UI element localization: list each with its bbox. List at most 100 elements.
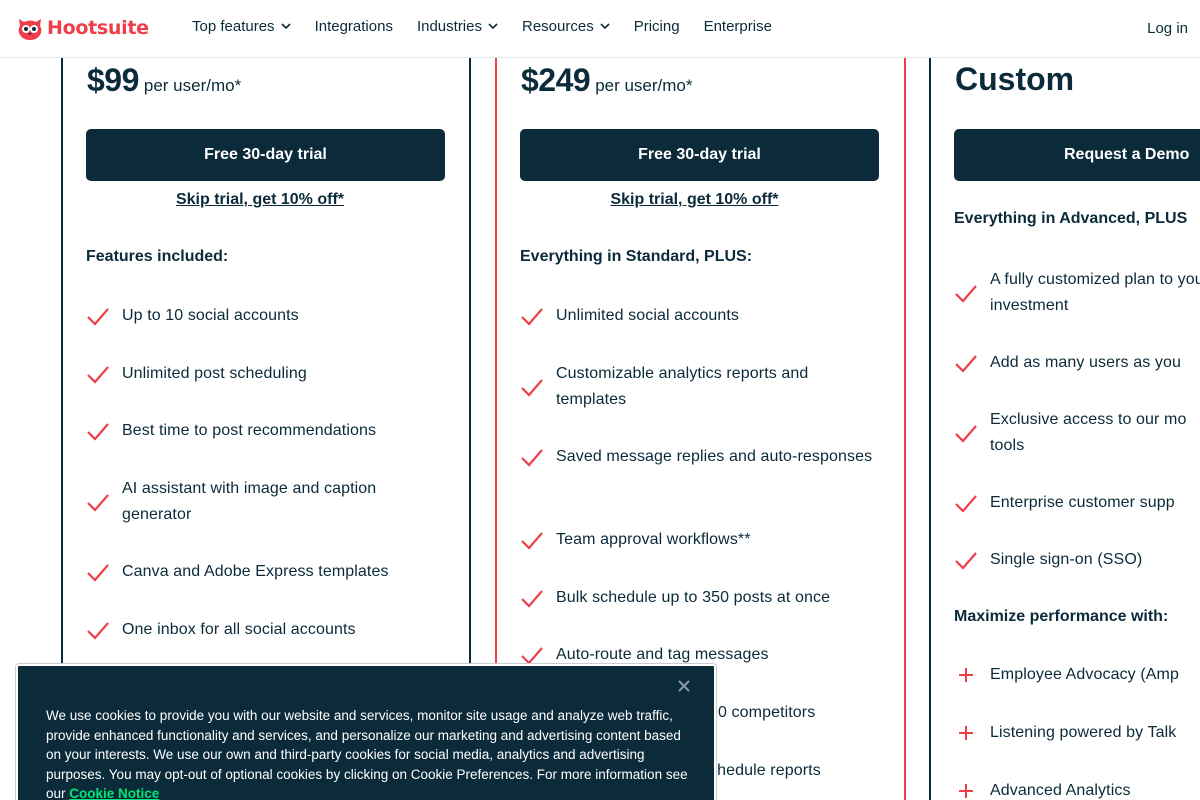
- nav-label: Resources: [522, 18, 594, 35]
- check-icon: [521, 449, 543, 467]
- chevron-down-icon: [488, 23, 498, 30]
- check-icon: [87, 423, 109, 441]
- feature-item: A fully customized plan to your investme…: [954, 267, 1200, 319]
- plan-price: $99 per user/mo*: [87, 62, 241, 99]
- brand-name: Hootsuite: [47, 17, 149, 39]
- feature-item: One inbox for all social accounts: [86, 617, 446, 643]
- feature-text: chedule reports: [709, 762, 821, 779]
- features-title: Everything in Standard, PLUS:: [520, 248, 753, 265]
- feature-item: Canva and Adobe Express templates: [86, 559, 446, 585]
- free-trial-button[interactable]: Free 30-day trial: [520, 129, 879, 181]
- check-icon: [955, 495, 977, 513]
- feature-item: Up to 10 social accounts: [86, 303, 446, 329]
- hootsuite-logo[interactable]: Hootsuite: [16, 13, 149, 43]
- request-demo-button[interactable]: Request a Demo: [954, 129, 1200, 181]
- main-nav: Top features Integrations Industries Res…: [192, 18, 772, 35]
- feature-text: Canva and Adobe Express templates: [122, 563, 389, 580]
- features-title: Features included:: [86, 248, 229, 265]
- price-unit: per user/mo*: [595, 76, 693, 95]
- plan-price: $249 per user/mo*: [521, 62, 693, 99]
- check-icon: [521, 308, 543, 326]
- check-icon: [87, 494, 109, 512]
- check-icon: [87, 622, 109, 640]
- check-icon: [521, 590, 543, 608]
- skip-trial-link[interactable]: Skip trial, get 10% off*: [57, 191, 463, 209]
- feature-text: Customizable analytics reports and templ…: [556, 365, 809, 408]
- free-trial-button[interactable]: Free 30-day trial: [86, 129, 445, 181]
- check-icon: [87, 366, 109, 384]
- check-icon: [87, 564, 109, 582]
- plus-icon: [959, 784, 973, 798]
- feature-text: Enterprise customer supp: [990, 494, 1175, 511]
- skip-trial-link[interactable]: Skip trial, get 10% off*: [491, 191, 898, 209]
- addon-text: Advanced Analytics: [990, 782, 1131, 799]
- feature-text: Team approval workflows**: [556, 531, 751, 548]
- addon-text: Employee Advocacy (Amp: [990, 666, 1179, 683]
- chevron-down-icon: [280, 23, 291, 30]
- addons-title: Maximize performance with:: [954, 608, 1169, 625]
- feature-text: Best time to post recommendations: [122, 422, 377, 439]
- plus-icon: [959, 668, 973, 682]
- feature-text: A fully customized plan to your investme…: [990, 271, 1200, 314]
- feature-text: Add as many users as you: [990, 354, 1181, 371]
- nav-label: Enterprise: [703, 18, 772, 35]
- nav-top-features[interactable]: Top features: [192, 18, 291, 35]
- top-navbar: Hootsuite Top features Integrations Indu…: [0, 0, 1200, 58]
- addon-item: Advanced Analytics: [954, 778, 1200, 800]
- price-amount: $249: [521, 62, 591, 98]
- feature-item: Unlimited social accounts: [520, 303, 880, 329]
- check-icon: [521, 532, 543, 550]
- feature-text: Bulk schedule up to 350 posts at once: [556, 589, 831, 606]
- feature-item: Single sign-on (SSO): [954, 547, 1200, 573]
- chevron-down-icon: [600, 23, 610, 30]
- feature-item: Customizable analytics reports and templ…: [520, 361, 880, 413]
- nav-label: Integrations: [314, 18, 393, 35]
- plan-card-enterprise: Custom Request a Demo Everything in Adva…: [929, 58, 1200, 800]
- price-amount: $99: [87, 62, 139, 98]
- nav-pricing[interactable]: Pricing: [634, 18, 680, 35]
- check-icon: [955, 355, 977, 373]
- feature-text: Unlimited social accounts: [556, 307, 740, 324]
- feature-item: Best time to post recommendations: [86, 418, 446, 444]
- nav-label: Industries: [416, 18, 482, 35]
- feature-text: 20 competitors: [709, 704, 816, 721]
- cookie-text: We use cookies to provide you with our w…: [46, 706, 691, 800]
- nav-integrations[interactable]: Integrations: [315, 18, 393, 35]
- hootsuite-owl-icon: [18, 19, 42, 40]
- feature-text: Exclusive access to our mo tools: [990, 411, 1187, 454]
- cookie-notice-link[interactable]: Cookie Notice: [69, 786, 159, 800]
- check-icon: [955, 285, 977, 303]
- nav-resources[interactable]: Resources: [522, 18, 610, 35]
- close-icon[interactable]: [676, 678, 692, 694]
- feature-item: Enterprise customer supp: [954, 490, 1200, 516]
- check-icon: [521, 379, 543, 397]
- nav-enterprise[interactable]: Enterprise: [704, 18, 772, 35]
- features-title: Everything in Advanced, PLUS: [954, 210, 1188, 227]
- cookie-banner: We use cookies to provide you with our w…: [15, 663, 717, 800]
- feature-item: Team approval workflows**: [520, 527, 880, 553]
- feature-text: Saved message replies and auto-responses: [556, 448, 873, 465]
- feature-text: Unlimited post scheduling: [122, 365, 307, 382]
- feature-text: AI assistant with image and caption gene…: [122, 480, 377, 523]
- nav-label: Pricing: [633, 18, 680, 35]
- addon-item: Listening powered by Talk: [954, 720, 1200, 746]
- check-icon: [955, 552, 977, 570]
- check-icon: [955, 425, 977, 443]
- nav-label: Top features: [192, 18, 275, 35]
- login-link[interactable]: Log in: [1147, 20, 1188, 37]
- feature-item: AI assistant with image and caption gene…: [86, 476, 446, 528]
- feature-item: Bulk schedule up to 350 posts at once: [520, 585, 880, 611]
- feature-text: Up to 10 social accounts: [122, 307, 299, 324]
- check-icon: [87, 308, 109, 326]
- feature-item: Saved message replies and auto-responses: [520, 444, 880, 470]
- nav-industries[interactable]: Industries: [417, 18, 498, 35]
- feature-item: Exclusive access to our mo tools: [954, 407, 1200, 459]
- feature-item: Unlimited post scheduling: [86, 361, 446, 387]
- price-unit: per user/mo*: [143, 76, 242, 95]
- addon-text: Listening powered by Talk: [990, 724, 1177, 741]
- addon-item: Employee Advocacy (Amp: [954, 662, 1200, 688]
- feature-text: Single sign-on (SSO): [990, 551, 1143, 568]
- price-amount: Custom: [955, 61, 1075, 97]
- plus-icon: [959, 726, 973, 740]
- feature-text: One inbox for all social accounts: [122, 621, 356, 638]
